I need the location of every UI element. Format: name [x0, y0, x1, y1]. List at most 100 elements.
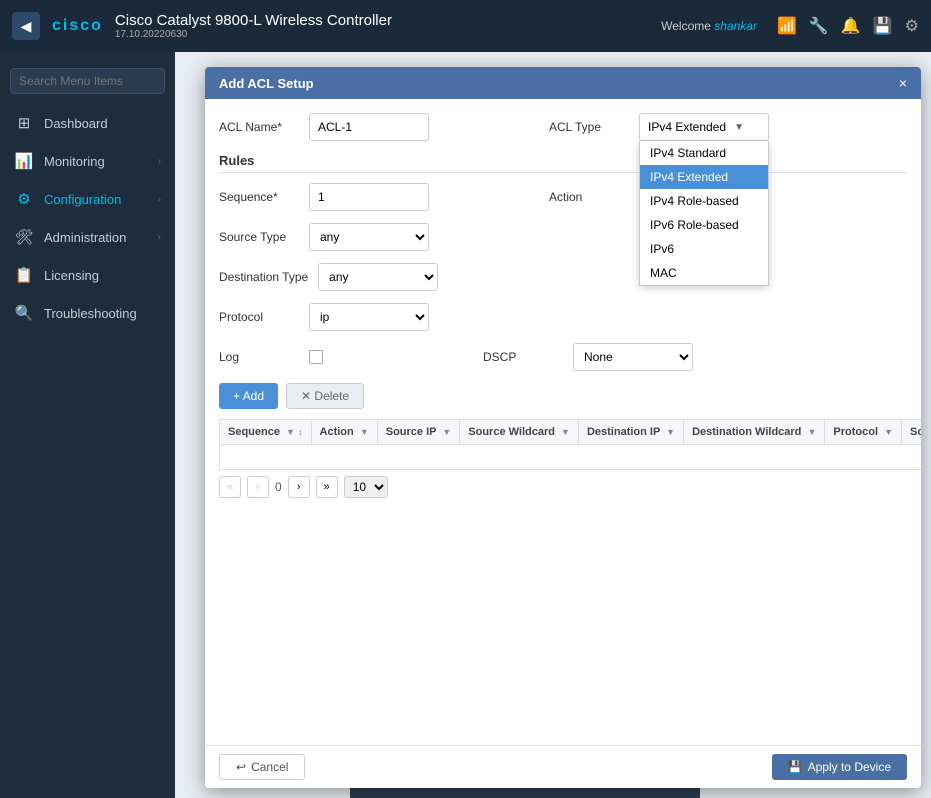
configuration-icon: ⚙ — [14, 189, 34, 209]
source-type-group: Source Type any — [219, 223, 429, 251]
sequence-action-row: Sequence* Action — [219, 183, 907, 211]
apply-to-device-button[interactable]: 💾 Apply to Device — [772, 754, 907, 780]
settings-icon[interactable]: ⚙ — [905, 16, 919, 36]
sequence-filter-icon[interactable]: ▼ — [286, 427, 295, 437]
current-page: 0 — [275, 480, 282, 494]
sidebar-item-licensing[interactable]: 📋 Licensing — [0, 256, 175, 294]
sidebar-item-administration[interactable]: 🛠 Administration › — [0, 218, 175, 256]
first-page-button[interactable]: « — [219, 476, 241, 498]
last-page-button[interactable]: » — [316, 476, 338, 498]
wifi-icon[interactable]: 📶 — [777, 16, 797, 36]
save-icon[interactable]: 💾 — [873, 16, 893, 36]
pagination: « ‹ 0 › » 10 25 50 — [219, 470, 907, 504]
licensing-icon: 📋 — [14, 265, 34, 285]
dialog-title: Add ACL Setup — [219, 76, 314, 91]
option-ipv4-standard[interactable]: IPv4 Standard — [640, 141, 768, 165]
rules-section-title: Rules — [219, 153, 907, 173]
destination-type-select[interactable]: any — [318, 263, 438, 291]
dialog-footer: ↩ Cancel 💾 Apply to Device — [205, 745, 921, 788]
acl-name-group: ACL Name* — [219, 113, 429, 141]
search-box — [10, 68, 165, 94]
dialog-header: Add ACL Setup × — [205, 67, 921, 99]
source-wildcard-filter-icon[interactable]: ▼ — [561, 427, 570, 437]
option-ipv4-role-based[interactable]: IPv4 Role-based — [640, 189, 768, 213]
acl-name-label: ACL Name* — [219, 120, 299, 134]
apply-icon: 💾 — [788, 760, 803, 774]
destination-type-label: Destination Type — [219, 270, 308, 284]
option-ipv6[interactable]: IPv6 — [640, 237, 768, 261]
sidebar-item-label: Administration — [44, 230, 126, 245]
protocol-filter-icon[interactable]: ▼ — [884, 427, 893, 437]
dashboard-icon: ⊞ — [14, 113, 34, 133]
search-input[interactable] — [10, 68, 165, 94]
app-title-area: Cisco Catalyst 9800-L Wireless Controlle… — [115, 12, 392, 40]
destination-ip-filter-icon[interactable]: ▼ — [666, 427, 675, 437]
sidebar-item-label: Troubleshooting — [44, 306, 137, 321]
rules-table: Sequence ▼ ↕ Action ▼ So — [219, 419, 921, 470]
chevron-right-icon: › — [158, 232, 161, 243]
sequence-input[interactable] — [309, 183, 429, 211]
col-source-port: Source Port ▼ — [902, 420, 922, 445]
sequence-group: Sequence* — [219, 183, 429, 211]
sidebar-item-troubleshooting[interactable]: 🔍 Troubleshooting — [0, 294, 175, 332]
sequence-sort-icon[interactable]: ↕ — [298, 427, 303, 437]
chevron-right-icon: › — [158, 156, 161, 167]
source-type-label: Source Type — [219, 230, 299, 244]
administration-icon: 🛠 — [14, 227, 34, 247]
dscp-select[interactable]: None — [573, 343, 693, 371]
sidebar-item-label: Monitoring — [44, 154, 105, 169]
cisco-logo: cisco — [52, 17, 103, 35]
option-mac[interactable]: MAC — [640, 261, 768, 285]
col-action: Action ▼ — [311, 420, 377, 445]
protocol-row: Protocol ip — [219, 303, 907, 331]
protocol-label: Protocol — [219, 310, 299, 324]
add-rule-button[interactable]: + Add — [219, 383, 278, 409]
sidebar-item-monitoring[interactable]: 📊 Monitoring › — [0, 142, 175, 180]
app-title: Cisco Catalyst 9800-L Wireless Controlle… — [115, 12, 392, 29]
prev-page-button[interactable]: ‹ — [247, 476, 269, 498]
col-source-ip: Source IP ▼ — [377, 420, 460, 445]
protocol-select[interactable]: ip — [309, 303, 429, 331]
protocol-group: Protocol ip — [219, 303, 429, 331]
delete-rule-button[interactable]: ✕ Delete — [286, 383, 364, 409]
source-type-row: Source Type any — [219, 223, 907, 251]
sidebar-item-label: Configuration — [44, 192, 121, 207]
log-group: Log — [219, 350, 323, 364]
dscp-group: DSCP None — [483, 343, 693, 371]
table-empty-row: No items to display — [220, 445, 922, 470]
troubleshooting-icon: 🔍 — [14, 303, 34, 323]
log-checkbox[interactable] — [309, 350, 323, 364]
back-button[interactable]: ◀ — [12, 12, 40, 40]
sequence-label: Sequence* — [219, 190, 299, 204]
source-ip-filter-icon[interactable]: ▼ — [442, 427, 451, 437]
option-ipv6-role-based[interactable]: IPv6 Role-based — [640, 213, 768, 237]
acl-type-dropdown-list: IPv4 Standard IPv4 Extended IPv4 Role-ba… — [639, 141, 769, 286]
action-group: Action — [549, 190, 629, 204]
source-type-select[interactable]: any — [309, 223, 429, 251]
alert-icon[interactable]: 🔔 — [841, 16, 861, 36]
next-page-button[interactable]: › — [288, 476, 310, 498]
acl-name-input[interactable] — [309, 113, 429, 141]
per-page-select[interactable]: 10 25 50 — [344, 476, 388, 498]
dialog-close-button[interactable]: × — [899, 75, 907, 91]
destination-type-group: Destination Type any — [219, 263, 438, 291]
dropdown-arrow-icon: ▼ — [734, 122, 744, 133]
acl-type-dropdown-btn[interactable]: IPv4 Extended ▼ — [639, 113, 769, 141]
log-dscp-row: Log DSCP None — [219, 343, 907, 371]
acl-setup-dialog: Add ACL Setup × ACL Name* ACL Type — [205, 67, 921, 788]
sidebar-item-dashboard[interactable]: ⊞ Dashboard — [0, 104, 175, 142]
option-ipv4-extended[interactable]: IPv4 Extended — [640, 165, 768, 189]
acl-type-dropdown[interactable]: IPv4 Extended ▼ IPv4 Standard IPv4 Exten… — [639, 113, 769, 141]
menu-item-trustsec[interactable]: Trustsec — [350, 794, 525, 798]
action-filter-icon[interactable]: ▼ — [360, 427, 369, 437]
sidebar: ⊞ Dashboard 📊 Monitoring › ⚙ Configurati… — [0, 52, 175, 798]
dscp-label: DSCP — [483, 350, 563, 364]
acl-type-group: ACL Type IPv4 Extended ▼ IPv4 Standard I… — [549, 113, 769, 141]
sidebar-item-configuration[interactable]: ⚙ Configuration › — [0, 180, 175, 218]
cancel-button[interactable]: ↩ Cancel — [219, 754, 305, 780]
destination-wildcard-filter-icon[interactable]: ▼ — [807, 427, 816, 437]
col-sequence: Sequence ▼ ↕ — [220, 420, 312, 445]
col-destination-wildcard: Destination Wildcard ▼ — [684, 420, 825, 445]
tool-icon[interactable]: 🔧 — [809, 16, 829, 36]
sidebar-item-label: Dashboard — [44, 116, 108, 131]
